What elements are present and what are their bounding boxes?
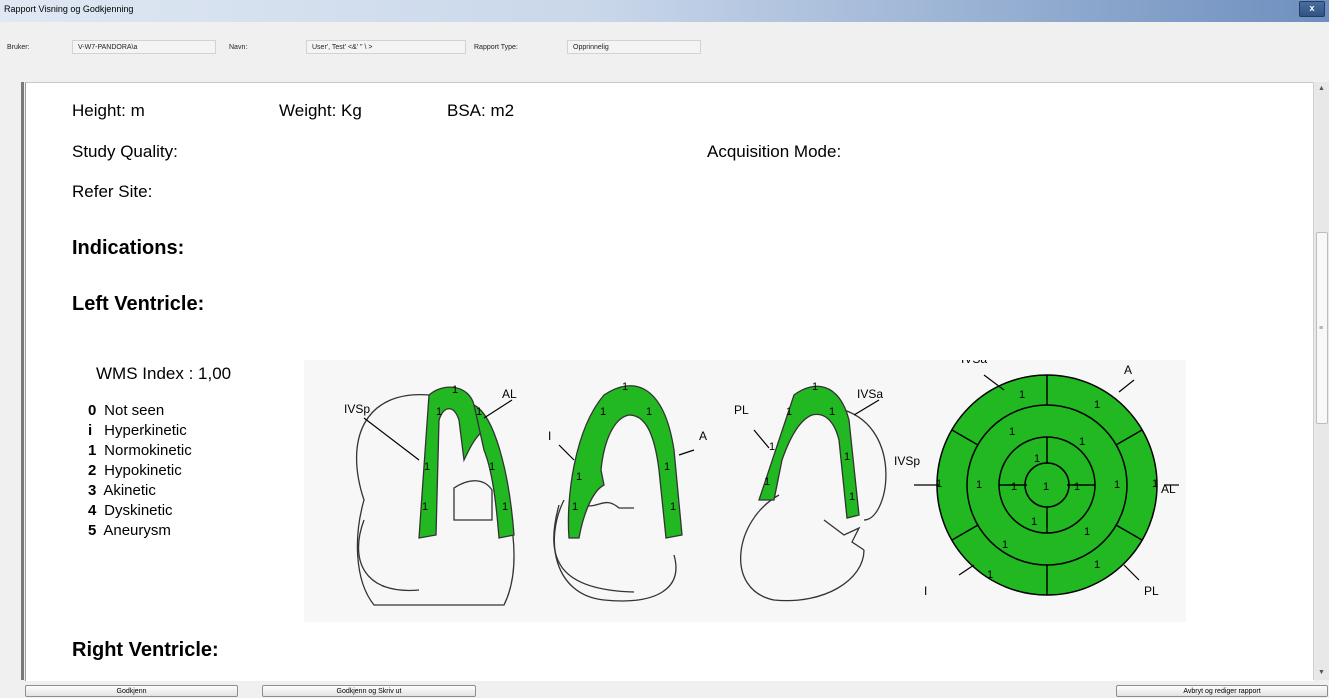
segment-score: 1	[1074, 481, 1080, 493]
scroll-thumb[interactable]: ≡	[1316, 232, 1328, 424]
legend-item: 5 Aneurysm	[88, 522, 171, 539]
segment-score: 1	[1084, 526, 1090, 538]
segment-score: 1	[764, 476, 770, 488]
segment-score: 1	[1043, 481, 1049, 493]
segment-score: 1	[502, 501, 508, 513]
label-ivsa: IVSa	[961, 360, 987, 366]
wms-index: WMS Index : 1,00	[96, 364, 232, 383]
label-pl: PL	[1144, 584, 1159, 598]
segment-score: 1	[812, 381, 818, 393]
label-al: AL	[1161, 482, 1176, 496]
window-titlebar: Rapport Visning og Godkjenning x	[0, 0, 1329, 23]
segment-score: 1	[769, 441, 775, 453]
segment-score: 1	[572, 501, 578, 513]
segment-score: 1	[1152, 478, 1158, 490]
viewport-edge	[21, 82, 24, 680]
segment-score: 1	[424, 461, 430, 473]
legend-item: 2 Hypokinetic	[88, 462, 182, 479]
segment-score: 1	[452, 384, 458, 396]
grip-icon: ≡	[1319, 325, 1324, 332]
legend-item: 3 Akinetic	[88, 482, 156, 499]
segment-score: 1	[1094, 399, 1100, 411]
label-ivsa: IVSa	[857, 387, 883, 401]
segment-score: 1	[436, 406, 442, 418]
report-type-label: Rapport Type:	[474, 44, 518, 51]
segment-score: 1	[976, 479, 982, 491]
user-field: V-W7-PANDORA\a	[72, 40, 216, 54]
segment-score: 1	[1002, 539, 1008, 551]
segment-score: 1	[1019, 389, 1025, 401]
segment-score: 1	[670, 501, 676, 513]
window-title: Rapport Visning og Godkjenning	[4, 4, 134, 14]
segment-score: 1	[1034, 453, 1040, 465]
legend-item: 0 Not seen	[88, 402, 165, 419]
segment-score: 1	[1114, 479, 1120, 491]
name-field: User', Test' <&' " \ >	[306, 40, 466, 54]
scroll-up-icon[interactable]: ▲	[1314, 82, 1329, 96]
segment-score: 1	[849, 491, 855, 503]
segment-score: 1	[646, 406, 652, 418]
segment-score: 1	[489, 461, 495, 473]
acquisition-mode-label: Acquisition Mode:	[707, 142, 842, 161]
segment-score: 1	[1079, 436, 1085, 448]
report-scrollbar[interactable]: ▲ ≡ ▼	[1313, 82, 1329, 680]
segment-score: 1	[476, 406, 482, 418]
label-i: I	[924, 584, 927, 598]
wall-motion-diagram: 1 1 1 1 1 1 1 1 1 1 1 1 1 1 1 1 1 1 1 1 …	[304, 352, 1186, 622]
approve-button[interactable]: Godkjenn	[25, 685, 238, 697]
segment-score: 1	[1011, 481, 1017, 493]
approve-print-button[interactable]: Godkjenn og Skriv ut	[262, 685, 476, 697]
segment-score: 1	[576, 471, 582, 483]
report-type-field: Opprinnelig	[567, 40, 701, 54]
close-button[interactable]: x	[1299, 1, 1325, 17]
label-a: A	[1124, 363, 1132, 377]
segment-score: 1	[622, 381, 628, 393]
height-field: Height: m	[72, 101, 145, 120]
bsa-field: BSA: m2	[447, 101, 515, 120]
segment-score: 1	[786, 406, 792, 418]
label-al: AL	[502, 387, 517, 401]
segment-score: 1	[936, 478, 942, 490]
indications-heading: Indications:	[72, 237, 185, 259]
refer-site-label: Refer Site:	[72, 182, 153, 201]
segment-score: 1	[1031, 516, 1037, 528]
legend-item: 1 Normokinetic	[88, 442, 192, 459]
cancel-edit-button[interactable]: Avbryt og rediger rapport	[1116, 685, 1328, 697]
user-label: Bruker:	[7, 44, 30, 51]
left-ventricle-heading: Left Ventricle:	[72, 293, 205, 315]
study-quality-label: Study Quality:	[72, 142, 178, 161]
legend-item: 4 Dyskinetic	[88, 502, 173, 519]
right-ventricle-heading: Right Ventricle:	[72, 639, 219, 661]
segment-score: 1	[829, 406, 835, 418]
segment-score: 1	[1009, 426, 1015, 438]
report-viewport[interactable]: Height: m Weight: Kg BSA: m2 Study Quali…	[25, 82, 1314, 681]
segment-score: 1	[422, 501, 428, 513]
label-i: I	[548, 429, 551, 443]
legend-item: i Hyperkinetic	[88, 422, 187, 439]
label-ivsp: IVSp	[344, 402, 370, 416]
label-ivsp: IVSp	[894, 454, 920, 468]
segment-score: 1	[1094, 559, 1100, 571]
name-label: Navn:	[229, 44, 248, 51]
segment-score: 1	[844, 451, 850, 463]
wall-motion-legend: 0 Not seen i Hyperkinetic 1 Normokinetic…	[88, 401, 192, 541]
weight-field: Weight: Kg	[279, 101, 362, 120]
segment-score: 1	[987, 569, 993, 581]
wall-motion-svg: 1 1 1 1 1 1 1 1 1 1 1 1 1 1 1 1 1 1 1 1 …	[344, 352, 1179, 606]
label-pl: PL	[734, 403, 749, 417]
scroll-down-icon[interactable]: ▼	[1314, 666, 1329, 680]
report-info-bar: Bruker: V-W7-PANDORA\a Navn: User', Test…	[0, 22, 1329, 70]
segment-score: 1	[664, 461, 670, 473]
label-a: A	[699, 429, 707, 443]
segment-score: 1	[600, 406, 606, 418]
